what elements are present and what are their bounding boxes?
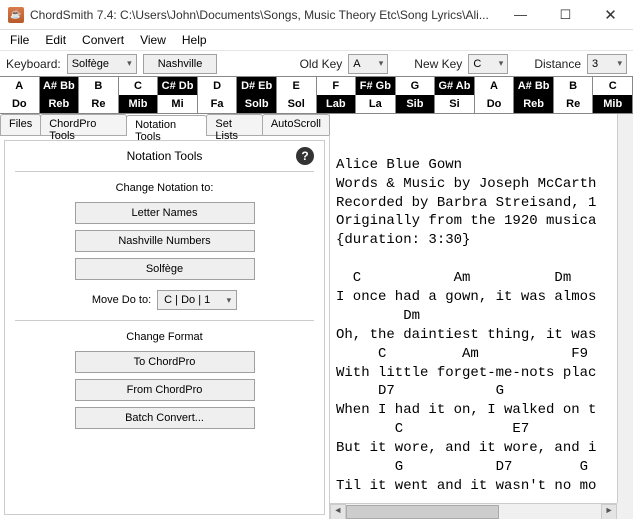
piano-key[interactable]: A# Bb bbox=[40, 77, 80, 95]
nashville-button[interactable]: Nashville bbox=[143, 54, 218, 74]
move-do-select[interactable]: C | Do | 1 bbox=[157, 290, 237, 310]
nashville-numbers-button[interactable]: Nashville Numbers bbox=[75, 230, 255, 252]
keyboard-label: Keyboard: bbox=[6, 57, 61, 71]
menu-convert[interactable]: Convert bbox=[76, 31, 130, 49]
piano-key[interactable]: Reb bbox=[514, 95, 554, 113]
oldkey-select[interactable]: A bbox=[348, 54, 388, 74]
menu-view[interactable]: View bbox=[134, 31, 172, 49]
solfege-button[interactable]: Solfège bbox=[75, 258, 255, 280]
piano-key[interactable]: B bbox=[554, 77, 594, 95]
piano-key[interactable]: Sib bbox=[396, 95, 436, 113]
tab-files[interactable]: Files bbox=[0, 114, 41, 135]
oldkey-label: Old Key bbox=[300, 57, 343, 71]
piano-key[interactable]: Do bbox=[475, 95, 515, 113]
change-notation-label: Change Notation to: bbox=[116, 182, 214, 194]
piano-key[interactable]: G# Ab bbox=[435, 77, 475, 95]
minimize-button[interactable]: — bbox=[498, 0, 543, 30]
piano-key[interactable]: E bbox=[277, 77, 317, 95]
menu-help[interactable]: Help bbox=[176, 31, 213, 49]
newkey-label: New Key bbox=[414, 57, 462, 71]
to-chordpro-button[interactable]: To ChordPro bbox=[75, 351, 255, 373]
from-chordpro-button[interactable]: From ChordPro bbox=[75, 379, 255, 401]
piano-key[interactable]: G bbox=[396, 77, 436, 95]
piano-key[interactable]: Mi bbox=[158, 95, 198, 113]
piano-key[interactable]: La bbox=[356, 95, 396, 113]
piano-key[interactable]: Mib bbox=[593, 95, 633, 113]
piano-key[interactable]: C bbox=[119, 77, 159, 95]
piano-key[interactable]: Re bbox=[554, 95, 594, 113]
piano-key[interactable]: Do bbox=[0, 95, 40, 113]
piano-key[interactable]: Reb bbox=[40, 95, 80, 113]
piano-key[interactable]: D# Eb bbox=[237, 77, 277, 95]
menu-bar: File Edit Convert View Help bbox=[0, 30, 633, 50]
move-do-label: Move Do to: bbox=[92, 294, 151, 306]
tab-chordpro-tools[interactable]: ChordPro Tools bbox=[40, 114, 127, 135]
batch-convert-button[interactable]: Batch Convert... bbox=[75, 407, 255, 429]
piano-key[interactable]: A bbox=[0, 77, 40, 95]
help-icon[interactable]: ? bbox=[296, 147, 314, 165]
menu-edit[interactable]: Edit bbox=[39, 31, 72, 49]
panel-title: Notation Tools bbox=[127, 149, 203, 163]
lyrics-editor[interactable]: Alice Blue Gown Words & Music by Joseph … bbox=[330, 114, 633, 519]
piano-key[interactable]: Sol bbox=[277, 95, 317, 113]
piano-key[interactable]: Mib bbox=[119, 95, 159, 113]
app-icon: ☕ bbox=[8, 7, 24, 23]
keyboard-select[interactable]: Solfège bbox=[67, 54, 137, 74]
maximize-button[interactable]: ☐ bbox=[543, 0, 588, 30]
letter-names-button[interactable]: Letter Names bbox=[75, 202, 255, 224]
piano-key[interactable]: B bbox=[79, 77, 119, 95]
scroll-thumb[interactable] bbox=[346, 505, 499, 519]
piano-key[interactable]: Lab bbox=[317, 95, 357, 113]
piano-key[interactable]: Re bbox=[79, 95, 119, 113]
piano-keyboard: AA# BbBCC# DbDD# EbEFF# GbGG# AbAA# BbBC… bbox=[0, 76, 633, 114]
close-button[interactable]: ✕ bbox=[588, 0, 633, 30]
piano-key[interactable]: F# Gb bbox=[356, 77, 396, 95]
piano-key[interactable]: Fa bbox=[198, 95, 238, 113]
piano-key[interactable]: F bbox=[317, 77, 357, 95]
newkey-select[interactable]: C bbox=[468, 54, 508, 74]
menu-file[interactable]: File bbox=[4, 31, 35, 49]
tab-autoscroll[interactable]: AutoScroll bbox=[262, 114, 330, 135]
piano-key[interactable]: A bbox=[475, 77, 515, 95]
change-format-label: Change Format bbox=[126, 331, 202, 343]
piano-key[interactable]: Solb bbox=[237, 95, 277, 113]
distance-label: Distance bbox=[534, 57, 581, 71]
piano-key[interactable]: C bbox=[593, 77, 633, 95]
lyrics-text: Alice Blue Gown Words & Music by Joseph … bbox=[336, 156, 627, 519]
window-title: ChordSmith 7.4: C:\Users\John\Documents\… bbox=[30, 8, 498, 22]
piano-key[interactable]: A# Bb bbox=[514, 77, 554, 95]
piano-key[interactable]: D bbox=[198, 77, 238, 95]
tab-set-lists[interactable]: Set Lists bbox=[206, 114, 262, 135]
piano-key[interactable]: Si bbox=[435, 95, 475, 113]
tab-notation-tools[interactable]: Notation Tools bbox=[126, 115, 207, 136]
vertical-scrollbar[interactable] bbox=[617, 114, 633, 503]
distance-select[interactable]: 3 bbox=[587, 54, 627, 74]
piano-key[interactable]: C# Db bbox=[158, 77, 198, 95]
